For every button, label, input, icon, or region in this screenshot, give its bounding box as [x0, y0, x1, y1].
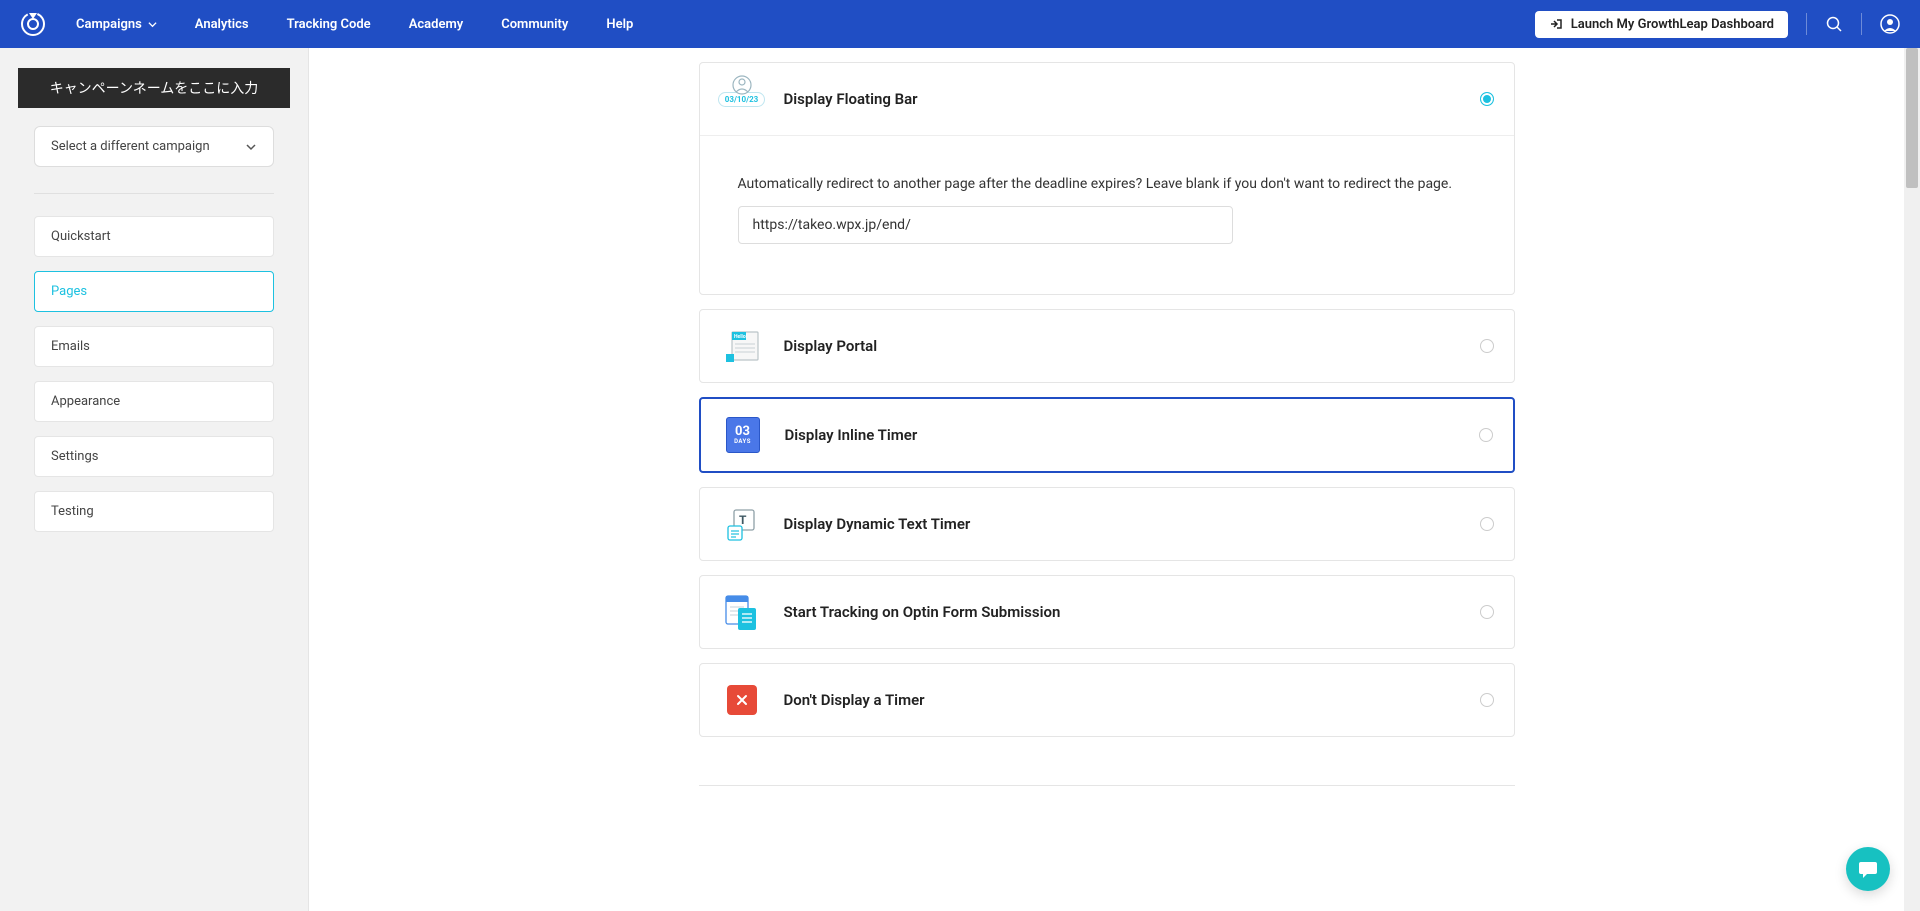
sidebar-item-label: Quickstart — [51, 229, 111, 244]
chevron-down-icon — [148, 20, 157, 29]
floating-bar-icon: 03/10/23 — [720, 77, 764, 121]
redirect-prompt-text: Automatically redirect to another page a… — [738, 176, 1476, 192]
top-navbar: Campaigns Analytics Tracking Code Academ… — [0, 0, 1920, 48]
option-header-none[interactable]: Don't Display a Timer — [700, 664, 1514, 736]
launch-dashboard-button[interactable]: Launch My GrowthLeap Dashboard — [1535, 11, 1788, 38]
search-button[interactable] — [1825, 15, 1843, 33]
display-option-dynamic-text: T Display Dynamic Text Timer — [699, 487, 1515, 561]
option-title: Don't Display a Timer — [784, 691, 1460, 709]
svg-text:T: T — [739, 513, 747, 527]
inline-timer-icon-wrap: 03 DAYS — [721, 413, 765, 457]
account-button[interactable] — [1880, 14, 1900, 34]
sidebar-item-appearance[interactable]: Appearance — [34, 381, 274, 422]
nav-label: Academy — [409, 17, 464, 32]
display-option-tracking: Start Tracking on Optin Form Submission — [699, 575, 1515, 649]
sidebar-item-pages[interactable]: Pages — [34, 271, 274, 312]
option-title: Display Inline Timer — [785, 426, 1459, 444]
portal-icon: Hello! — [720, 324, 764, 368]
brand-logo[interactable] — [20, 11, 46, 37]
display-option-portal: Hello! Display Portal — [699, 309, 1515, 383]
option-header-tracking[interactable]: Start Tracking on Optin Form Submission — [700, 576, 1514, 648]
display-option-inline-timer: 03 DAYS Display Inline Timer — [699, 397, 1515, 473]
divider — [34, 193, 274, 194]
nav-campaigns[interactable]: Campaigns — [76, 17, 157, 32]
sidebar-item-label: Pages — [51, 284, 87, 299]
help-chat-button[interactable] — [1846, 847, 1890, 891]
nav-label: Help — [606, 17, 633, 32]
divider — [699, 785, 1515, 786]
nav-right-tools: Launch My GrowthLeap Dashboard — [1535, 11, 1900, 38]
search-icon — [1825, 15, 1843, 33]
sidebar-item-label: Emails — [51, 339, 90, 354]
sidebar-item-testing[interactable]: Testing — [34, 491, 274, 532]
display-option-floating-bar: 03/10/23 Display Floating Bar — [699, 62, 1515, 295]
radio[interactable] — [1480, 605, 1494, 619]
close-x-icon — [727, 685, 757, 715]
sidebar-item-quickstart[interactable]: Quickstart — [34, 216, 274, 257]
form-tracking-icon — [720, 590, 764, 634]
divider — [1806, 13, 1807, 35]
logo-icon — [20, 11, 46, 37]
option-title: Display Floating Bar — [784, 90, 1460, 108]
floating-bar-date: 03/10/23 — [725, 95, 758, 104]
scrollbar[interactable] — [1904, 48, 1920, 911]
launch-icon — [1549, 18, 1563, 30]
timer-icon-label: DAYS — [734, 438, 751, 445]
radio[interactable] — [1480, 517, 1494, 531]
person-icon — [732, 75, 752, 95]
option-title: Start Tracking on Optin Form Submission — [784, 603, 1460, 621]
campaign-name-input[interactable]: キャンペーンネームをここに入力 — [18, 68, 290, 108]
display-option-none: Don't Display a Timer — [699, 663, 1515, 737]
nav-label: Campaigns — [76, 17, 142, 32]
divider — [1861, 13, 1862, 35]
radio-selected[interactable] — [1480, 92, 1494, 106]
chat-icon — [1857, 858, 1879, 880]
scrollbar-thumb[interactable] — [1906, 48, 1918, 188]
option-header-portal[interactable]: Hello! Display Portal — [700, 310, 1514, 382]
campaign-select-label: Select a different campaign — [51, 139, 210, 154]
sidebar-item-label: Settings — [51, 449, 98, 464]
calendar-days-icon: 03 DAYS — [726, 417, 760, 453]
option-header-inline-timer[interactable]: 03 DAYS Display Inline Timer — [701, 399, 1513, 471]
dynamic-text-icon: T — [720, 502, 764, 546]
user-circle-icon — [1880, 14, 1900, 34]
sidebar-item-settings[interactable]: Settings — [34, 436, 274, 477]
nav-help[interactable]: Help — [606, 17, 633, 32]
sidebar-item-emails[interactable]: Emails — [34, 326, 274, 367]
nav-label: Community — [501, 17, 568, 32]
nav-academy[interactable]: Academy — [409, 17, 464, 32]
redirect-url-input[interactable] — [738, 206, 1233, 244]
sidebar-item-label: Testing — [51, 504, 94, 519]
nav-community[interactable]: Community — [501, 17, 568, 32]
campaign-switcher[interactable]: Select a different campaign — [34, 126, 274, 167]
radio[interactable] — [1479, 428, 1493, 442]
radio[interactable] — [1480, 693, 1494, 707]
primary-nav: Campaigns Analytics Tracking Code Academ… — [76, 17, 1535, 32]
option-title: Display Dynamic Text Timer — [784, 515, 1460, 533]
nav-label: Tracking Code — [287, 17, 371, 32]
svg-text:Hello!: Hello! — [734, 334, 748, 340]
nav-label: Analytics — [195, 17, 249, 32]
main-content: 03/10/23 Display Floating Bar — [309, 48, 1904, 911]
option-title: Display Portal — [784, 337, 1460, 355]
sidebar-item-label: Appearance — [51, 394, 120, 409]
option-header-floating-bar[interactable]: 03/10/23 Display Floating Bar — [700, 63, 1514, 135]
radio[interactable] — [1480, 339, 1494, 353]
no-timer-icon-wrap — [720, 678, 764, 722]
nav-analytics[interactable]: Analytics — [195, 17, 249, 32]
nav-tracking-code[interactable]: Tracking Code — [287, 17, 371, 32]
launch-label: Launch My GrowthLeap Dashboard — [1571, 17, 1774, 32]
floating-bar-settings: Automatically redirect to another page a… — [700, 135, 1514, 294]
sidebar: キャンペーンネームをここに入力 Select a different campa… — [0, 48, 309, 911]
campaign-name-placeholder: キャンペーンネームをここに入力 — [50, 81, 259, 97]
sidebar-nav: Quickstart Pages Emails Appearance Setti… — [18, 216, 290, 532]
option-header-dynamic-text[interactable]: T Display Dynamic Text Timer — [700, 488, 1514, 560]
chevron-down-icon — [245, 141, 257, 153]
timer-icon-number: 03 — [735, 425, 750, 438]
